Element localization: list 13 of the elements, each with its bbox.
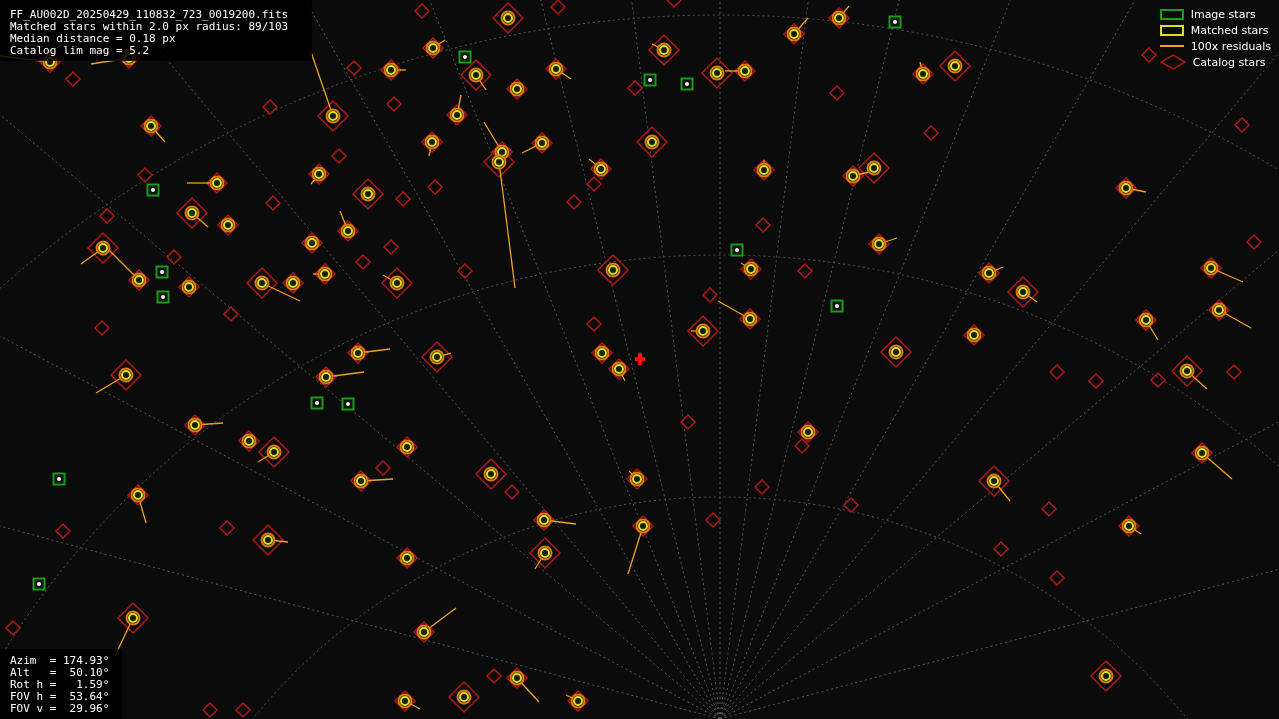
pointing-text: FOV h = 53.64° <box>10 691 111 703</box>
pointing-text: Azim = 174.93° <box>10 655 111 667</box>
info-text: Median distance = 0.18 px <box>10 33 177 45</box>
legend-label: 100x residuals <box>1190 39 1271 53</box>
info-text: Catalog lim mag = 5.2 <box>10 45 151 57</box>
legend-label: Image stars <box>1190 7 1256 21</box>
info-text: Matched stars within 2.0 px radius: 89/103 <box>10 21 290 33</box>
pointing-text: FOV v = 29.96° <box>10 703 111 715</box>
info-text: FF_AU002D_20250429_110832_723_0019200.fits <box>10 9 290 21</box>
legend-label: Matched stars <box>1190 23 1269 37</box>
pointing-text: Rot h = 1.59° <box>10 679 111 691</box>
legend-label: Catalog stars <box>1192 55 1266 69</box>
pointing-text: Alt = 50.10° <box>10 667 111 679</box>
